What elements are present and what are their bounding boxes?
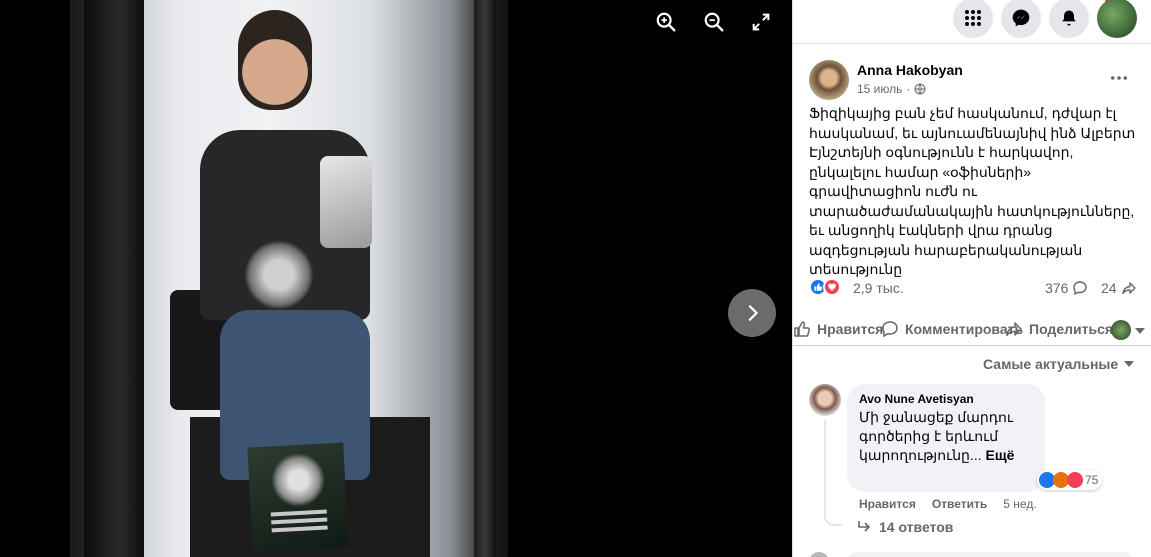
like-button[interactable]: Нравится <box>793 320 883 338</box>
mirror-frame-right <box>474 0 496 557</box>
post-photo <box>70 0 508 557</box>
comment-reply-button[interactable]: Ответить <box>932 497 987 511</box>
person-head <box>238 10 312 110</box>
author-name[interactable]: Anna Hakobyan <box>857 62 963 78</box>
share-as-avatar[interactable] <box>1111 320 1131 340</box>
share-button[interactable]: Поделиться <box>1005 320 1113 338</box>
author-avatar[interactable] <box>809 60 849 100</box>
photo-viewer <box>0 0 792 557</box>
photo-book <box>247 442 349 552</box>
messenger-button[interactable] <box>1001 0 1041 38</box>
comment-sort-dropdown[interactable]: Самые актуальные <box>983 356 1135 372</box>
post-text: Ֆիզիկայից բան չեմ հասկանում, դժվար էլ հա… <box>809 105 1136 277</box>
more-options-button[interactable] <box>1107 66 1131 90</box>
shares-count-value: 24 <box>1101 280 1117 296</box>
view-replies-button[interactable]: 14 ответов <box>857 519 953 535</box>
reaction-icons[interactable] <box>809 278 841 296</box>
top-bar: 1 <box>793 0 1151 44</box>
person-phone <box>320 156 372 248</box>
chevron-down-icon[interactable] <box>1135 328 1145 334</box>
post-meta: 15 июль · <box>857 82 926 96</box>
share-icon <box>1121 282 1136 295</box>
comment-thread-line <box>824 420 842 526</box>
comment-button[interactable]: Комментировать <box>881 320 1023 338</box>
chevron-down-icon <box>1124 361 1135 367</box>
commenter-name[interactable]: Avo Nune Avetisyan <box>859 392 1033 406</box>
commenter-avatar[interactable] <box>809 384 841 416</box>
comment-bubble: Avo Nune Avetisyan Մի ջանացեք մարդու գոր… <box>847 384 1045 492</box>
comment-reactions[interactable]: 75 <box>1037 470 1103 490</box>
zoom-out-icon[interactable] <box>700 8 728 36</box>
comment-text: Մի ջանացեք մարդու գործերից է երևում կարո… <box>859 408 1033 465</box>
comments-count[interactable]: 376 <box>1045 280 1088 296</box>
post-date[interactable]: 15 июль <box>857 82 902 96</box>
next-comment-bubble <box>847 552 1133 557</box>
more-horizontal-icon <box>1110 76 1128 80</box>
messenger-icon <box>1012 9 1030 27</box>
zoom-in-icon[interactable] <box>652 8 680 36</box>
thumbs-up-icon <box>794 321 810 337</box>
comment-icon <box>882 321 898 338</box>
post-side-panel: 1 Anna Hakobyan 15 июль · Ֆիզիկայից բան … <box>792 0 1151 557</box>
menu-button[interactable] <box>953 0 993 38</box>
share-label: Поделиться <box>1029 321 1114 337</box>
mirror-frame-left <box>84 0 144 557</box>
love-reaction-icon <box>1067 472 1083 488</box>
sort-label: Самые актуальные <box>983 356 1119 372</box>
photo-person <box>200 10 400 480</box>
fullscreen-icon[interactable] <box>747 8 775 36</box>
notifications-button[interactable] <box>1049 0 1089 38</box>
comment-actions: Нравится Ответить 5 нед. <box>859 497 1037 511</box>
comment-reactions-count: 75 <box>1085 473 1099 487</box>
reply-arrow-icon <box>858 521 871 532</box>
comment-time[interactable]: 5 нед. <box>1003 497 1036 511</box>
next-commenter-avatar[interactable] <box>809 552 829 557</box>
see-more-link[interactable]: Ещё <box>986 447 1015 463</box>
globe-icon <box>914 83 926 95</box>
chevron-right-icon <box>748 304 759 322</box>
share-arrow-icon <box>1006 322 1022 337</box>
bell-icon <box>1062 10 1076 26</box>
comment-like-button[interactable]: Нравится <box>859 497 916 511</box>
profile-avatar-button[interactable] <box>1097 0 1137 38</box>
comment-icon <box>1073 281 1088 296</box>
meta-separator: · <box>906 82 911 96</box>
next-photo-button[interactable] <box>728 289 776 337</box>
post-actions: Нравится Комментировать Поделиться <box>793 314 1151 346</box>
love-reaction-icon <box>823 278 841 296</box>
comments-count-value: 376 <box>1045 280 1069 296</box>
replies-label: 14 ответов <box>879 519 954 535</box>
like-label: Нравится <box>817 321 884 337</box>
reactions-bar: 2,9 тыс. 376 24 <box>809 278 1139 300</box>
shares-count[interactable]: 24 <box>1101 280 1137 296</box>
grid-menu-icon <box>965 10 981 26</box>
reactions-count[interactable]: 2,9 тыс. <box>853 280 904 296</box>
